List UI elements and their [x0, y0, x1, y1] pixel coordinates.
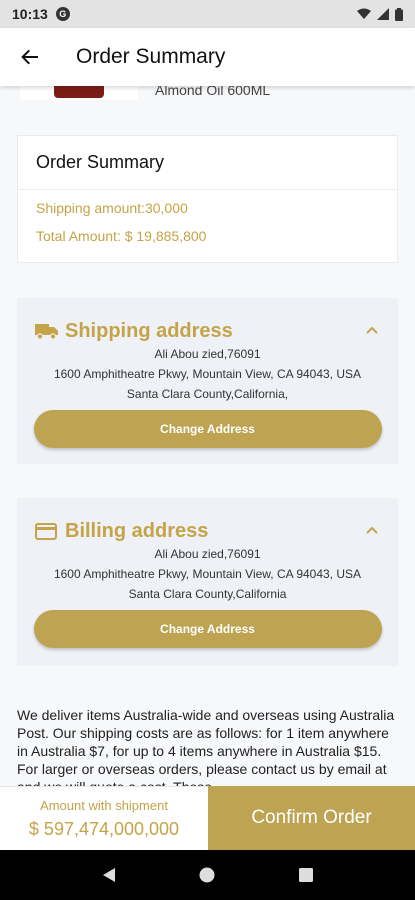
shipping-region: Santa Clara County,California,	[126, 387, 289, 401]
credit-card-icon	[35, 521, 61, 541]
product-row: Almond Oil 600ML	[20, 86, 400, 106]
billing-address-card: Billing address Ali Abou zied,76091 1600…	[17, 498, 398, 666]
checkout-bar: Amount with shipment $ 597,474,000,000 C…	[0, 786, 415, 850]
change-shipping-address-button[interactable]: Change Address	[33, 410, 382, 448]
page-title: Order Summary	[76, 45, 226, 68]
summary-title: Order Summary	[18, 136, 397, 190]
app-bar: Order Summary	[0, 28, 415, 86]
shipping-street: 1600 Amphitheatre Pkwy, Mountain View, C…	[53, 367, 362, 381]
status-bar: 10:13 G	[0, 0, 415, 28]
billing-address-header[interactable]: Billing address	[17, 498, 398, 544]
amount-label: Amount with shipment	[40, 797, 168, 813]
shipping-address-header[interactable]: Shipping address	[17, 298, 398, 344]
product-name: Almond Oil 600ML	[155, 86, 271, 98]
confirm-order-button[interactable]: Confirm Order	[208, 786, 415, 850]
nav-recents-icon[interactable]	[297, 866, 315, 884]
shipping-policy-text: We deliver items Australia-wide and over…	[17, 707, 395, 786]
shipping-address-card: Shipping address Ali Abou zied,76091 160…	[17, 298, 398, 464]
order-content[interactable]: Almond Oil 600ML Order Summary Shipping …	[0, 86, 415, 786]
shipping-address-title: Shipping address	[65, 319, 233, 342]
back-button[interactable]	[0, 28, 60, 86]
signal-icon	[377, 8, 389, 20]
billing-region: Santa Clara County,California	[128, 587, 287, 601]
total-amount: Total Amount: $ 19,885,800	[36, 228, 207, 244]
truck-icon	[35, 321, 61, 341]
shipping-amount: Shipping amount:30,000	[36, 200, 188, 216]
system-nav-bar	[0, 850, 415, 900]
status-time: 10:13	[12, 6, 48, 22]
billing-street: 1600 Amphitheatre Pkwy, Mountain View, C…	[53, 567, 362, 581]
amount-with-shipment: Amount with shipment $ 597,474,000,000	[0, 786, 208, 850]
change-billing-address-button[interactable]: Change Address	[33, 610, 382, 648]
nav-home-icon[interactable]	[198, 866, 216, 884]
billing-name: Ali Abou zied,76091	[154, 547, 261, 561]
shipping-name: Ali Abou zied,76091	[154, 347, 261, 361]
back-arrow-icon	[21, 49, 38, 65]
amount-value: $ 597,474,000,000	[28, 818, 180, 839]
wifi-icon	[357, 8, 371, 19]
chevron-up-icon[interactable]	[364, 323, 380, 339]
google-icon: G	[55, 7, 70, 21]
billing-address-title: Billing address	[65, 519, 209, 542]
nav-back-icon[interactable]	[100, 866, 118, 884]
product-image	[20, 86, 138, 100]
status-icons	[357, 7, 403, 21]
battery-icon	[395, 7, 403, 21]
chevron-up-icon[interactable]	[364, 523, 380, 539]
order-summary-card: Order Summary Shipping amount:30,000 Tot…	[17, 135, 398, 263]
